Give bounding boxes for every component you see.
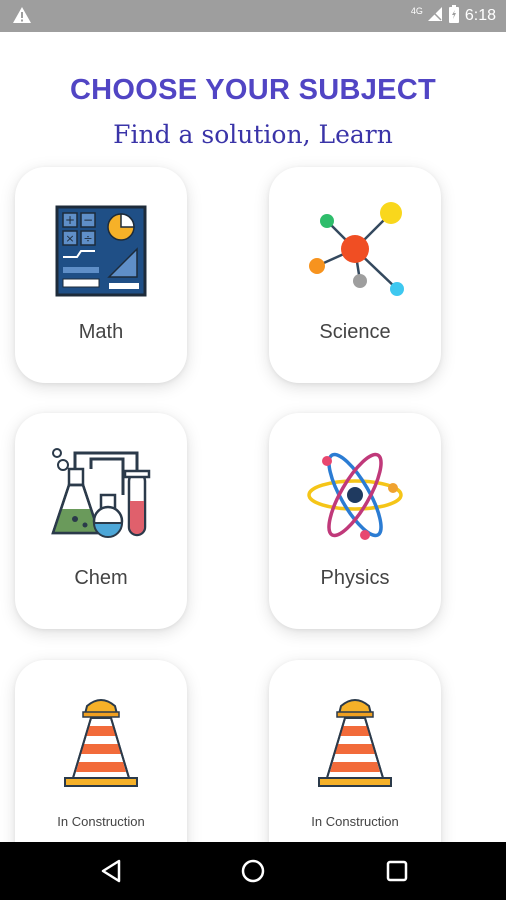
traffic-cone-icon (305, 694, 405, 794)
network-type-label: 4G (410, 6, 423, 16)
back-icon[interactable] (97, 856, 127, 886)
traffic-cone-icon (51, 694, 151, 794)
subject-label: Chem (74, 567, 128, 589)
subject-label: Science (319, 321, 391, 343)
signal-icon (427, 6, 443, 27)
page-subtitle: Find a solution, Learn (113, 120, 393, 149)
chemistry-flasks-icon (51, 445, 151, 545)
subject-card-science[interactable]: Science (269, 167, 441, 383)
clock: 6:18 (464, 7, 496, 24)
home-icon[interactable] (238, 856, 268, 886)
atom-icon (305, 445, 405, 545)
page-title: CHOOSE YOUR SUBJECT (69, 74, 437, 106)
molecule-icon (305, 199, 405, 299)
battery-icon (448, 4, 459, 28)
subject-label: In Construction (311, 814, 399, 829)
svg-text:×: × (65, 232, 74, 245)
subject-label: In Construction (57, 814, 145, 829)
svg-text:−: − (83, 213, 93, 227)
subject-card-chem[interactable]: Chem (15, 413, 187, 629)
subject-label: Math (78, 321, 124, 343)
subject-card-physics[interactable]: Physics (269, 413, 441, 629)
navigation-bar (0, 842, 506, 900)
status-bar: 4G 6:18 (0, 0, 506, 32)
math-calculator-icon: + − × ÷ (55, 205, 147, 297)
subject-label: Physics (320, 567, 390, 589)
svg-text:+: + (65, 213, 75, 227)
svg-text:÷: ÷ (83, 232, 92, 245)
warning-icon (12, 6, 32, 29)
subject-card-math[interactable]: + − × ÷ Math (15, 167, 187, 383)
recents-icon[interactable] (382, 856, 412, 886)
